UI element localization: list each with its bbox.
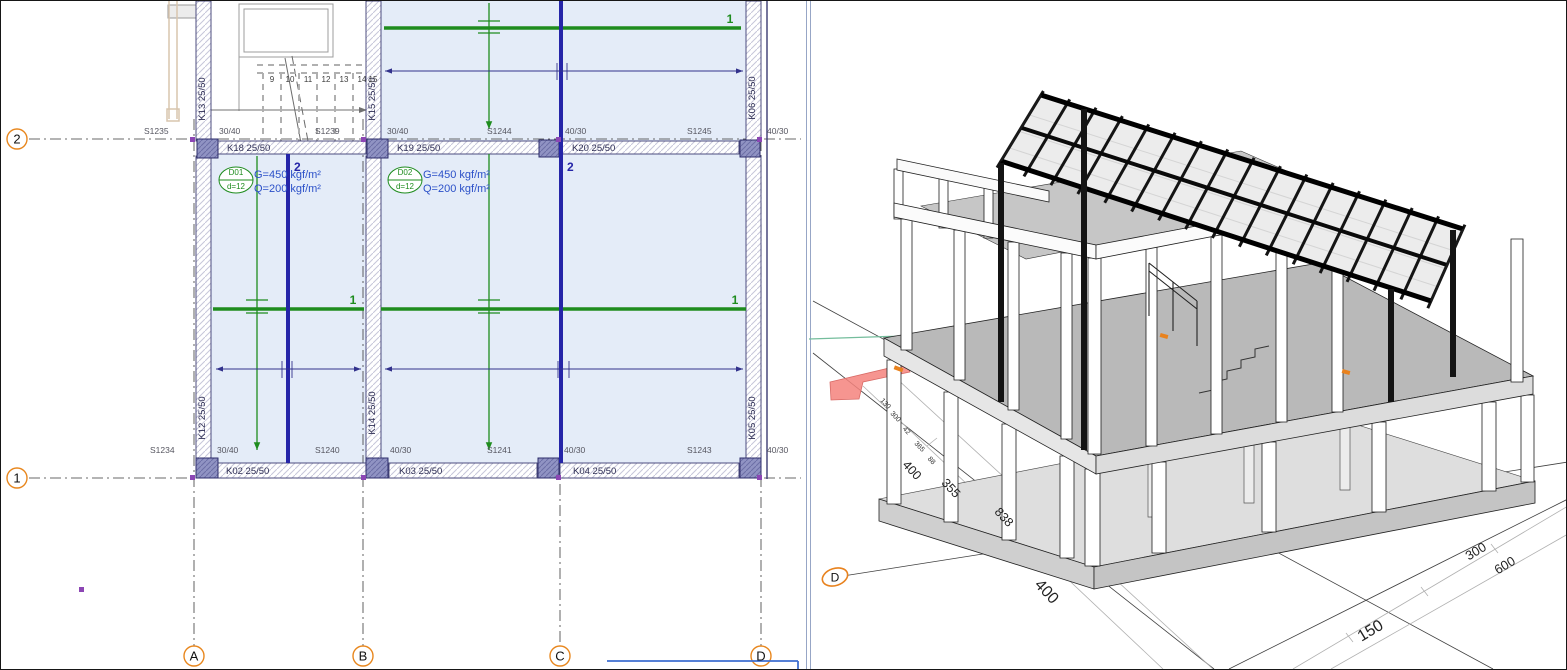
iso-viewport[interactable] (807, 1, 1567, 670)
cad-application-window: K13 25/50K15 25/50K06 25/50K12 25/50K14 … (0, 0, 1567, 670)
plan-viewport[interactable] (1, 1, 801, 670)
